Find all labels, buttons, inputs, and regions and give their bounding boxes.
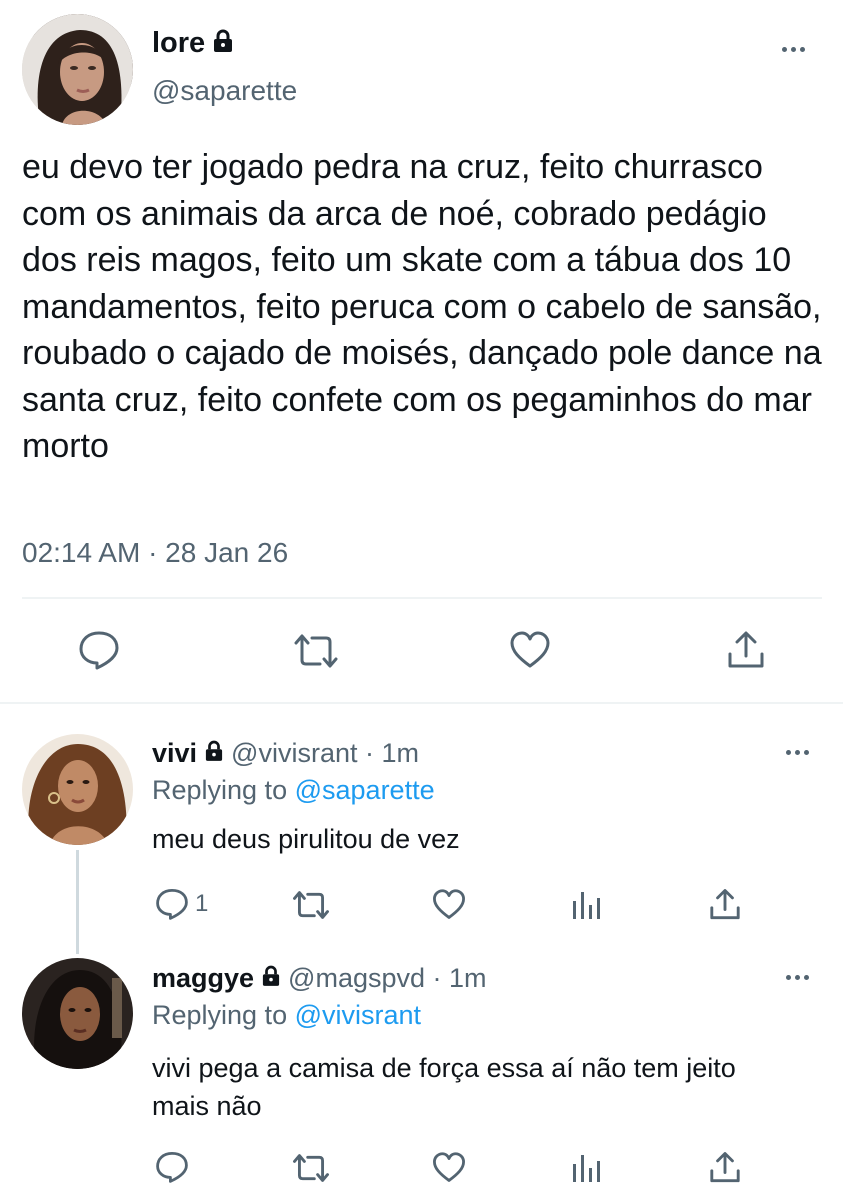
share-icon[interactable] bbox=[709, 1151, 741, 1184]
author-name[interactable]: lore bbox=[152, 27, 205, 60]
analytics-icon[interactable] bbox=[572, 889, 602, 921]
retweet-icon[interactable] bbox=[292, 1152, 330, 1184]
analytics-icon[interactable] bbox=[572, 1152, 602, 1184]
reply-count: 1 bbox=[195, 890, 209, 917]
like-icon[interactable] bbox=[509, 631, 551, 669]
lock-icon bbox=[205, 740, 223, 767]
retweet-icon[interactable] bbox=[292, 889, 330, 921]
more-options-icon[interactable] bbox=[782, 47, 805, 52]
reply-button[interactable]: 1 bbox=[155, 888, 208, 920]
replying-to-handle[interactable]: @vivisrant bbox=[295, 1000, 421, 1030]
lock-icon bbox=[262, 965, 280, 992]
divider bbox=[22, 597, 822, 599]
share-icon[interactable] bbox=[727, 630, 765, 670]
author-handle[interactable]: @saparette bbox=[152, 75, 297, 107]
reply-author-name[interactable]: vivi bbox=[152, 738, 197, 769]
reply-avatar[interactable] bbox=[22, 958, 133, 1069]
replying-to-label: Replying to bbox=[152, 1000, 288, 1030]
share-icon[interactable] bbox=[709, 888, 741, 921]
more-options-icon[interactable] bbox=[786, 750, 809, 755]
replying-to-handle[interactable]: @saparette bbox=[295, 775, 435, 805]
reply-icon[interactable] bbox=[78, 630, 120, 670]
lock-icon bbox=[213, 29, 233, 58]
tweet-text: eu devo ter jogado pedra na cruz, feito … bbox=[22, 148, 822, 465]
replying-to-label: Replying to bbox=[152, 775, 288, 805]
thread-line bbox=[76, 850, 79, 954]
like-icon[interactable] bbox=[432, 1152, 466, 1183]
reply-icon[interactable] bbox=[155, 1151, 189, 1183]
author-avatar[interactable] bbox=[22, 14, 133, 125]
reply-text: meu deus pirulitou de vez bbox=[152, 824, 460, 854]
reply-avatar[interactable] bbox=[22, 734, 133, 845]
reply-icon[interactable] bbox=[155, 888, 189, 920]
more-options-icon[interactable] bbox=[786, 975, 809, 980]
section-divider bbox=[0, 702, 843, 704]
reply-text: vivi pega a camisa de força essa aí não … bbox=[152, 1053, 736, 1121]
tweet-timestamp[interactable]: 02:14 AM · 28 Jan 26 bbox=[22, 537, 288, 569]
reply-author-handle[interactable]: @vivisrant · 1m bbox=[231, 738, 419, 769]
retweet-icon[interactable] bbox=[293, 632, 339, 670]
like-icon[interactable] bbox=[432, 889, 466, 920]
reply-author-name[interactable]: maggye bbox=[152, 963, 254, 994]
reply-author-handle[interactable]: @magspvd · 1m bbox=[288, 963, 486, 994]
